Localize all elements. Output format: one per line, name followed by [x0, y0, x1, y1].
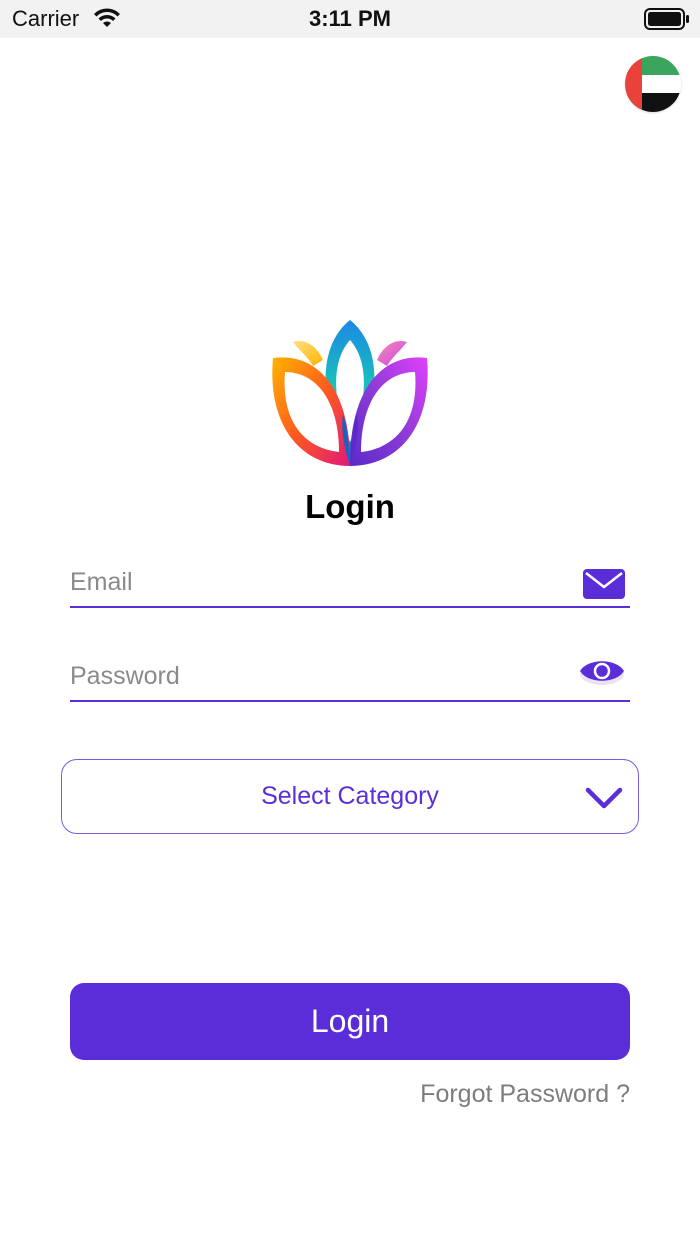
password-field-container — [70, 646, 630, 702]
email-field[interactable] — [70, 564, 550, 600]
password-field[interactable] — [70, 658, 550, 694]
login-button[interactable]: Login — [70, 983, 630, 1060]
forgot-password-link[interactable]: Forgot Password ? — [420, 1080, 630, 1109]
category-select[interactable]: Select Category — [61, 759, 639, 834]
login-screen: Carrier 3:11 PM Login Email Select Categ… — [0, 0, 700, 1244]
category-select-label: Select Category — [261, 782, 439, 810]
battery-icon — [644, 8, 689, 30]
eye-icon[interactable] — [578, 652, 626, 690]
envelope-icon — [583, 569, 625, 599]
lotus-logo — [272, 320, 428, 466]
email-field-container — [70, 552, 630, 608]
uae-flag-icon[interactable] — [625, 56, 681, 112]
clock-time: 3:11 PM — [309, 6, 391, 31]
page-title: Login — [305, 488, 395, 525]
chevron-down-icon — [585, 787, 623, 809]
status-bar: Carrier 3:11 PM — [0, 0, 700, 38]
